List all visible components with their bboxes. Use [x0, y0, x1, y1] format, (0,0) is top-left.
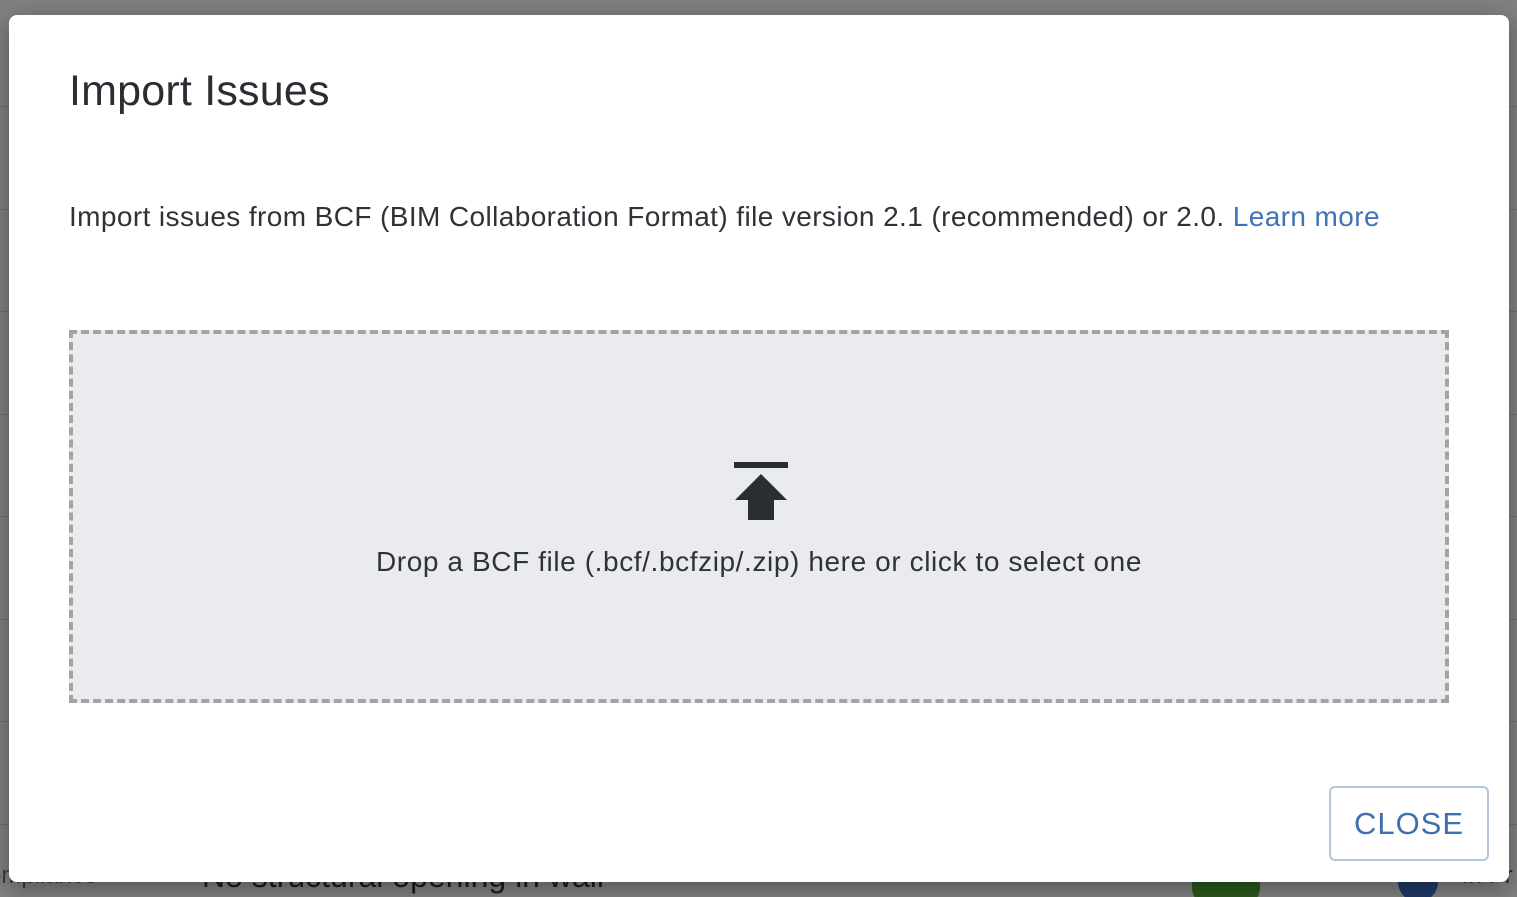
dialog-description-text: Import issues from BCF (BIM Collaboratio…	[69, 201, 1225, 232]
bcf-file-dropzone[interactable]: Drop a BCF file (.bcf/.bcfzip/.zip) here…	[69, 330, 1449, 703]
upload-icon	[734, 462, 788, 520]
dialog-title: Import Issues	[69, 67, 330, 115]
learn-more-link[interactable]: Learn more	[1233, 201, 1380, 232]
import-issues-dialog: Import Issues Import issues from BCF (BI…	[9, 15, 1509, 882]
dialog-description: Import issues from BCF (BIM Collaboratio…	[69, 191, 1459, 243]
dropzone-instructions: Drop a BCF file (.bcf/.bcfzip/.zip) here…	[375, 546, 1143, 577]
close-button[interactable]: CLOSE	[1329, 786, 1489, 861]
